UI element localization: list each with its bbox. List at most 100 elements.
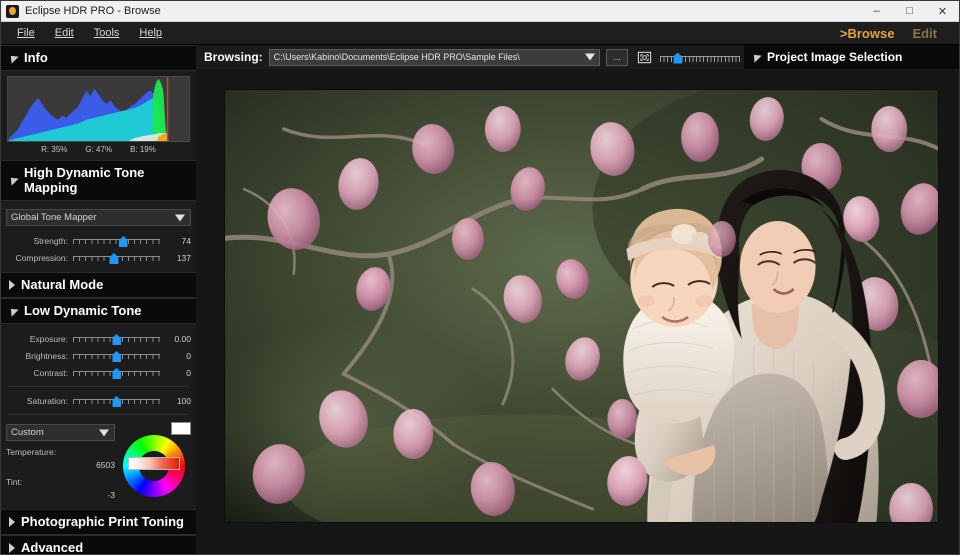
right-panel-header[interactable]: Project Image Selection [744, 45, 959, 69]
browse-mode-tab[interactable]: >Browse [840, 26, 895, 41]
slider-brightness-thumb[interactable] [112, 351, 121, 362]
high-dynamic-tone-mapping-body: Global Tone Mapper Strength: 74 Compress… [1, 201, 196, 272]
menu-help[interactable]: Help [129, 24, 172, 42]
slider-saturation-value: 100 [165, 396, 191, 406]
preview-image[interactable] [224, 89, 939, 523]
chevron-down-icon[interactable] [585, 54, 595, 61]
window-title: Eclipse HDR PRO - Browse [25, 5, 161, 17]
slider-brightness-track[interactable] [73, 350, 160, 361]
slider-brightness[interactable]: Brightness: 0 [6, 347, 191, 364]
section-header-natural-mode[interactable]: Natural Mode [1, 272, 196, 298]
histogram-chart [7, 76, 190, 142]
white-balance-preset-select[interactable]: Custom [6, 424, 115, 441]
browsing-bar: Browsing: C:\Users\Kabino\Documents\Ecli… [196, 45, 744, 69]
app-logo-icon [6, 5, 19, 18]
chevron-down-icon [750, 51, 761, 62]
maximize-button[interactable]: □ [893, 1, 926, 22]
section-header-info[interactable]: Info [1, 45, 196, 71]
slider-temperature[interactable]: 6503 [6, 458, 115, 471]
menu-bar: File Edit Tools Help [1, 22, 959, 45]
path-input[interactable]: C:\Users\Kabino\Documents\Eclipse HDR PR… [269, 49, 600, 66]
slider-strength-track[interactable] [73, 235, 160, 246]
menu-help-label: Help [139, 27, 162, 39]
slider-compression-value: 137 [165, 253, 191, 263]
section-title-advanced: Advanced [21, 540, 83, 554]
menu-file-label: File [17, 27, 35, 39]
slider-exposure-value: 0.00 [165, 334, 191, 344]
chevron-down-icon [7, 174, 18, 185]
histogram-rgb-readout: R: 35% G: 47% B: 19% [7, 142, 190, 158]
chevron-down-icon [7, 52, 18, 63]
slider-tint[interactable]: -3 [6, 488, 115, 501]
slider-contrast-value: 0 [165, 368, 191, 378]
slider-ruler-icon [73, 239, 160, 245]
menu-tools[interactable]: Tools [84, 24, 130, 42]
close-button[interactable]: ✕ [926, 1, 959, 22]
menu-file[interactable]: File [7, 24, 45, 42]
chevron-down-icon [99, 429, 109, 436]
slider-exposure-label: Exposure: [6, 334, 68, 344]
slider-tint-value: -3 [89, 490, 115, 500]
slider-compression-thumb[interactable] [109, 253, 118, 264]
zoom-slider-thumb[interactable] [673, 53, 682, 64]
menu-edit-label: Edit [55, 27, 74, 39]
histogram-r-value: R: 35% [41, 145, 67, 154]
slider-compression[interactable]: Compression: 137 [6, 249, 191, 266]
slider-strength-thumb[interactable] [119, 236, 128, 247]
section-header-advanced[interactable]: Advanced [1, 535, 196, 554]
section-header-low-dynamic-tone[interactable]: Low Dynamic Tone [1, 298, 196, 324]
image-canvas[interactable] [196, 69, 959, 554]
slider-brightness-value: 0 [165, 351, 191, 361]
slider-strength-label: Strength: [6, 236, 68, 246]
slider-saturation-track[interactable] [73, 395, 160, 406]
slider-compression-label: Compression: [6, 253, 68, 263]
slider-contrast-label: Contrast: [6, 368, 68, 378]
section-header-photographic-print-toning[interactable]: Photographic Print Toning [1, 509, 196, 535]
slider-contrast[interactable]: Contrast: 0 [6, 364, 191, 381]
slider-compression-track[interactable] [73, 252, 160, 263]
slider-tint-track[interactable] [6, 489, 84, 500]
slider-brightness-label: Brightness: [6, 351, 68, 361]
histogram-panel: R: 35% G: 47% B: 19% [1, 71, 196, 160]
slider-contrast-thumb[interactable] [112, 368, 121, 379]
section-title-info: Info [24, 50, 48, 65]
section-title-high-dynamic-tone-mapping: High Dynamic Tone Mapping [24, 165, 190, 195]
tone-mapper-select-value: Global Tone Mapper [11, 212, 96, 223]
white-point-swatch[interactable] [171, 422, 191, 435]
minimize-button[interactable]: – [860, 1, 893, 22]
histogram-b-value: B: 19% [130, 145, 156, 154]
temperature-gradient-bar[interactable] [128, 457, 180, 470]
mode-switch: >Browse Edit [840, 22, 959, 45]
section-header-high-dynamic-tone-mapping[interactable]: High Dynamic Tone Mapping [1, 160, 196, 201]
slider-temperature-value: 6503 [89, 460, 115, 470]
application-window: Eclipse HDR PRO - Browse – □ ✕ File Edit… [0, 0, 960, 555]
slider-exposure-thumb[interactable] [112, 334, 121, 345]
chevron-down-icon [7, 305, 18, 316]
slider-contrast-track[interactable] [73, 367, 160, 378]
slider-temperature-track[interactable] [6, 459, 84, 470]
temperature-label: Temperature: [6, 447, 115, 457]
right-panel-title: Project Image Selection [767, 50, 902, 64]
slider-exposure-track[interactable] [73, 333, 160, 344]
browse-folder-button[interactable]: ... [606, 49, 628, 66]
zoom-slider[interactable] [660, 51, 740, 64]
color-wheel-panel [121, 422, 191, 501]
slider-saturation[interactable]: Saturation: 100 [6, 392, 191, 409]
title-bar: Eclipse HDR PRO - Browse – □ ✕ [1, 1, 959, 22]
slider-strength[interactable]: Strength: 74 [6, 232, 191, 249]
fit-to-screen-icon[interactable] [634, 48, 654, 66]
section-title-photographic-print-toning: Photographic Print Toning [21, 514, 184, 529]
slider-ruler-icon [660, 56, 740, 62]
slider-saturation-label: Saturation: [6, 396, 68, 406]
center-area: Browsing: C:\Users\Kabino\Documents\Ecli… [196, 45, 959, 554]
slider-saturation-thumb[interactable] [112, 396, 121, 407]
section-title-natural-mode: Natural Mode [21, 277, 103, 292]
slider-exposure[interactable]: Exposure: 0.00 [6, 330, 191, 347]
chevron-right-icon [9, 280, 15, 290]
browsing-label: Browsing: [204, 50, 263, 64]
tone-mapper-select[interactable]: Global Tone Mapper [6, 209, 191, 226]
menu-edit[interactable]: Edit [45, 24, 84, 42]
divider [8, 414, 189, 415]
path-input-value: C:\Users\Kabino\Documents\Eclipse HDR PR… [274, 52, 520, 62]
edit-mode-tab[interactable]: Edit [912, 26, 937, 41]
